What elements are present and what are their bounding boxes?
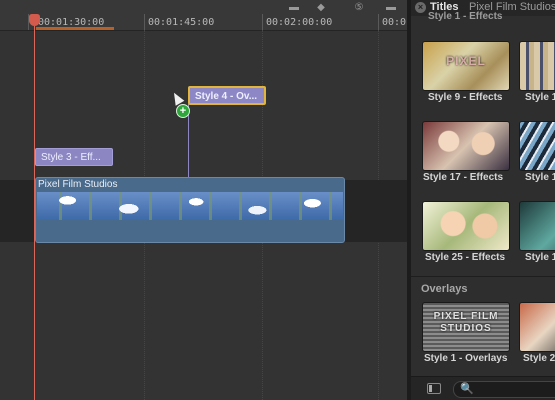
thumbnail-label: Style 17 - Effects: [423, 172, 504, 183]
playhead[interactable]: [34, 26, 35, 400]
timecode-label: 00:02:00:00: [266, 17, 333, 28]
playhead-handle[interactable]: [29, 14, 40, 26]
clip-label: Style 3 - Eff...: [41, 152, 101, 163]
ruler-tick: [144, 14, 145, 30]
skimming-icon[interactable]: ⑤: [351, 3, 367, 13]
clip-appearance-icon[interactable]: ▬: [286, 3, 302, 13]
style-effects-thumbnail[interactable]: [519, 41, 555, 91]
titles-browser: × Titles Pixel Film Studios Style 1 - Ef…: [411, 0, 555, 400]
style-17-effects-thumbnail[interactable]: [422, 121, 510, 171]
snapping-icon[interactable]: ▬: [383, 3, 399, 13]
timecode-label: 00:0: [382, 17, 407, 28]
thumbnail-label: Style 9 - Effects: [428, 92, 503, 103]
ruler-tick: [378, 14, 379, 30]
style-effects-thumbnail[interactable]: [519, 201, 555, 251]
video-clip[interactable]: Pixel Film Studios: [35, 177, 345, 243]
section-divider: [411, 276, 555, 277]
thumbnail-label: Style 2: [523, 353, 555, 364]
overlays-section-heading: Overlays: [421, 283, 468, 295]
ruler-tick: [262, 14, 263, 30]
style-effects-thumbnail[interactable]: [519, 121, 555, 171]
clip-filmstrip: [37, 192, 343, 220]
search-icon: 🔍: [460, 383, 474, 395]
connection-line: [188, 104, 189, 184]
thumbnail-label: Style 1 - Overlays: [424, 353, 508, 364]
title-clip-style-4-dragging[interactable]: Style 4 - Ov...: [188, 86, 266, 105]
title-clip-style-3[interactable]: Style 3 - Eff...: [35, 148, 113, 166]
add-plus-icon: +: [176, 104, 190, 118]
thumbnail-label: Style 1: [525, 92, 555, 103]
style-2-overlays-thumbnail[interactable]: [519, 302, 555, 352]
audio-icon[interactable]: ◆: [313, 3, 329, 13]
style-9-effects-thumbnail[interactable]: PIXEL: [422, 41, 510, 91]
style-25-effects-thumbnail[interactable]: [422, 201, 510, 251]
sidebar-toggle-icon[interactable]: [427, 383, 441, 394]
clip-label: Pixel Film Studios: [38, 179, 118, 190]
browser-footer: 🔍: [411, 376, 555, 400]
style-1-overlays-thumbnail[interactable]: PIXEL FILM STUDIOS: [422, 302, 510, 352]
timeline-ruler[interactable]: ▬ ◆ ⑤ ▬ 00:01:30:00 00:01:45:00 00:02:00…: [0, 0, 407, 31]
thumbnail-label: Style 1: [525, 252, 555, 263]
thumbnail-label: Style 1 - Effects: [428, 11, 503, 22]
timeline[interactable]: ▬ ◆ ⑤ ▬ 00:01:30:00 00:01:45:00 00:02:00…: [0, 0, 407, 400]
clip-label: Style 4 - Ov...: [195, 91, 258, 102]
close-icon[interactable]: ×: [415, 2, 426, 13]
thumbnail-art: PIXEL: [446, 54, 486, 68]
search-input[interactable]: 🔍: [453, 381, 555, 398]
thumbnail-label: Style 1: [525, 172, 555, 183]
range-indicator: [36, 27, 114, 30]
thumbnail-label: Style 25 - Effects: [425, 252, 506, 263]
thumbnail-art: PIXEL FILM STUDIOS: [433, 311, 499, 334]
timecode-label: 00:01:45:00: [148, 17, 215, 28]
